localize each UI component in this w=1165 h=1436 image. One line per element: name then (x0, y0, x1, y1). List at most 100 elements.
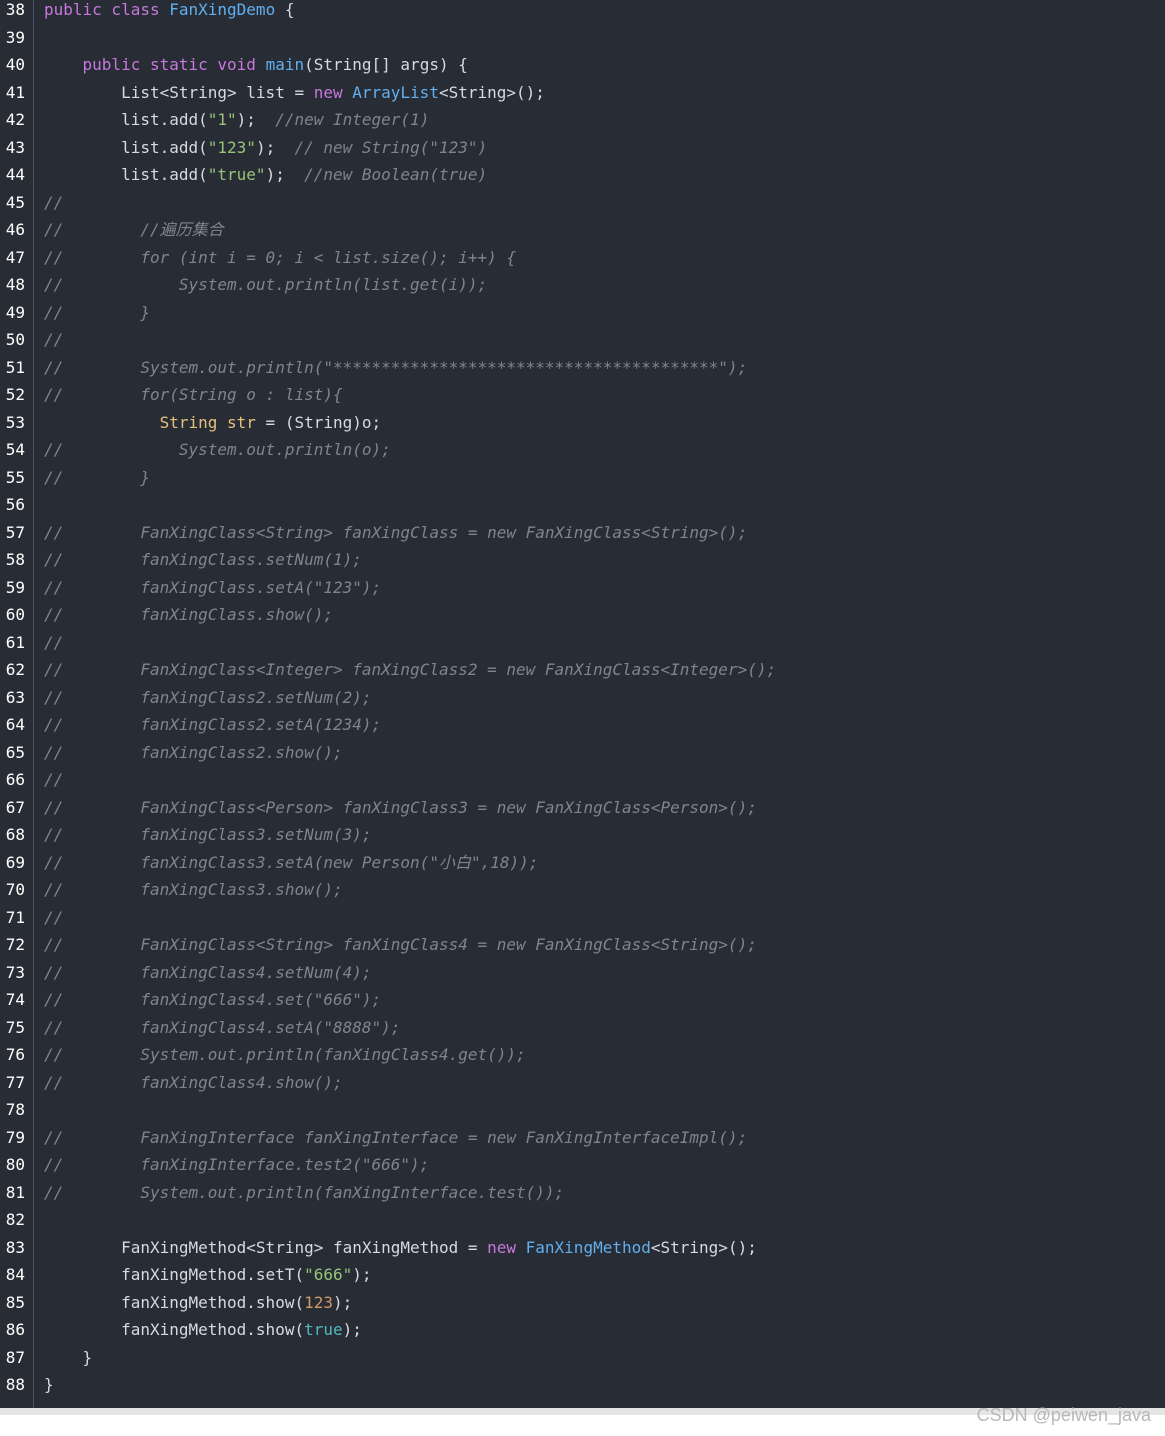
code-token: // fanXingClass4.set("666"); (44, 990, 382, 1009)
code-line[interactable]: 41 List<String> list = new ArrayList<Str… (0, 83, 1165, 111)
code-token: public class (44, 0, 170, 19)
code-token: // fanXingClass2.setA(1234); (44, 715, 382, 734)
code-token: 123 (304, 1292, 333, 1312)
code-token: // FanXingClass<String> fanXingClass = n… (44, 522, 748, 542)
code-line[interactable]: 47 // for (int i = 0; i < list.size(); i+… (0, 248, 1165, 276)
code-text: // (44, 633, 63, 653)
code-line[interactable]: 42 list.add("1"); //new Integer(1) (0, 110, 1165, 138)
code-line[interactable]: 77 // fanXingClass4.show(); (0, 1073, 1165, 1101)
line-number: 61 (5, 632, 25, 652)
line-number: 62 (5, 660, 25, 679)
code-line[interactable]: 53 String str = (String)o; (0, 413, 1165, 441)
code-token: } (44, 1347, 93, 1367)
code-line[interactable]: 84 fanXingMethod.setT("666"); (0, 1265, 1165, 1293)
code-line[interactable]: 79 // FanXingInterface fanXingInterface =… (0, 1128, 1165, 1156)
code-token: <String>(); (438, 82, 545, 102)
code-line[interactable]: 67 // FanXingClass<Person> fanXingClass3 … (0, 798, 1165, 826)
line-number: 80 (5, 1155, 25, 1174)
code-text: String str = (String)o; (44, 413, 382, 433)
code-token: public static void (82, 55, 266, 74)
code-token: FanXingDemo (169, 0, 276, 19)
line-number: 59 (5, 577, 25, 597)
code-line[interactable]: 46 // //遍历集合 (0, 220, 1165, 248)
code-line[interactable]: 83 FanXingMethod<String> fanXingMethod =… (0, 1238, 1165, 1266)
code-line[interactable]: 74 // fanXingClass4.set("666"); (0, 990, 1165, 1018)
code-line[interactable]: 40 public static void main(String[] args… (0, 55, 1165, 83)
code-line[interactable]: 44 list.add("true"); //new Boolean(true) (0, 165, 1165, 193)
code-line[interactable]: 75 // fanXingClass4.setA("8888"); (0, 1018, 1165, 1046)
code-text: // fanXingClass.setNum(1); (44, 550, 362, 570)
code-line[interactable]: 72 // FanXingClass<String> fanXingClass4 … (0, 935, 1165, 963)
code-line[interactable]: 43 list.add("123"); // new String("123") (0, 138, 1165, 166)
line-number: 84 (5, 1265, 25, 1284)
code-line[interactable]: 76 // System.out.println(fanXingClass4.ge… (0, 1045, 1165, 1073)
code-line[interactable]: 57 // FanXingClass<String> fanXingClass =… (0, 523, 1165, 551)
line-number: 71 (5, 907, 25, 927)
code-line[interactable]: 85 fanXingMethod.show(123); (0, 1293, 1165, 1321)
line-number: 60 (5, 605, 25, 624)
code-line[interactable]: 56 (0, 495, 1165, 523)
code-editor[interactable]: 38 public class FanXingDemo { 39 40 public … (0, 0, 1165, 1408)
code-line[interactable]: 50 // (0, 330, 1165, 358)
code-line[interactable]: 66 // (0, 770, 1165, 798)
code-line[interactable]: 61 // (0, 633, 1165, 661)
code-line[interactable]: 78 (0, 1100, 1165, 1128)
code-line[interactable]: 68 // fanXingClass3.setNum(3); (0, 825, 1165, 853)
code-token: //new Integer(1) (275, 110, 430, 129)
code-token: "true" (207, 165, 266, 184)
code-text: // //遍历集合 (44, 220, 224, 240)
code-token: // for (int i = 0; i < list.size(); i++)… (44, 247, 517, 267)
code-token: // fanXingClass2.show(); (44, 742, 343, 762)
code-line[interactable]: 48 // System.out.println(list.get(i)); (0, 275, 1165, 303)
code-line[interactable]: 49 // } (0, 303, 1165, 331)
line-number: 68 (5, 825, 25, 844)
line-number: 64 (5, 715, 25, 734)
code-token: // fanXingClass.setNum(1); (44, 550, 362, 569)
code-line[interactable]: 73 // fanXingClass4.setNum(4); (0, 963, 1165, 991)
code-line[interactable]: 64 // fanXingClass2.setA(1234); (0, 715, 1165, 743)
code-text: fanXingMethod.setT("666"); (44, 1265, 372, 1285)
line-number: 48 (5, 275, 25, 294)
line-number: 88 (5, 1375, 25, 1394)
code-line[interactable]: 60 // fanXingClass.show(); (0, 605, 1165, 633)
code-line[interactable]: 86 fanXingMethod.show(true); (0, 1320, 1165, 1348)
code-token: // FanXingClass<String> fanXingClass4 = … (44, 935, 757, 954)
code-line[interactable]: 65 // fanXingClass2.show(); (0, 743, 1165, 771)
code-text: public class FanXingDemo { (44, 0, 294, 20)
watermark: CSDN @peiwen_java (976, 1405, 1151, 1425)
code-line[interactable]: 54 // System.out.println(o); (0, 440, 1165, 468)
code-line[interactable]: 58 // fanXingClass.setNum(1); (0, 550, 1165, 578)
code-line[interactable]: 52 // for(String o : list){ (0, 385, 1165, 413)
code-line[interactable]: 80 // fanXingInterface.test2("666"); (0, 1155, 1165, 1183)
code-line[interactable]: 70 // fanXingClass3.show(); (0, 880, 1165, 908)
code-line[interactable]: 45 // (0, 193, 1165, 221)
code-line[interactable]: 81 // System.out.println(fanXingInterface… (0, 1183, 1165, 1211)
code-token: (String[] args) { (304, 55, 468, 74)
code-line[interactable]: 71 // (0, 908, 1165, 936)
code-line[interactable]: 51 // System.out.println("***************… (0, 358, 1165, 386)
code-token: "666" (304, 1265, 353, 1284)
line-number: 39 (5, 27, 25, 47)
code-token: ); (352, 1265, 372, 1284)
code-token: ); (236, 110, 276, 129)
code-token: // fanXingClass.setA("123"); (44, 577, 382, 597)
code-line[interactable]: 38 public class FanXingDemo { (0, 0, 1165, 28)
code-token: "1" (207, 110, 237, 129)
code-line[interactable]: 55 // } (0, 468, 1165, 496)
code-line[interactable]: 88} (0, 1375, 1165, 1403)
line-number: 81 (5, 1182, 25, 1202)
code-line[interactable]: 69 // fanXingClass3.setA(new Person("小白",… (0, 853, 1165, 881)
code-token: // fanXingClass2.setNum(2); (44, 687, 372, 707)
code-line[interactable]: 39 (0, 28, 1165, 56)
code-line[interactable]: 59 // fanXingClass.setA("123"); (0, 578, 1165, 606)
code-text: list.add("1"); //new Integer(1) (44, 110, 429, 130)
code-line[interactable]: 63 // fanXingClass2.setNum(2); (0, 688, 1165, 716)
code-line[interactable]: 82 (0, 1210, 1165, 1238)
line-number: 66 (5, 770, 25, 789)
line-number: 63 (5, 687, 25, 707)
code-line[interactable]: 87 } (0, 1348, 1165, 1376)
code-text: // fanXingClass4.show(); (44, 1073, 343, 1093)
line-number: 38 (5, 0, 25, 19)
code-line[interactable]: 62 // FanXingClass<Integer> fanXingClass2… (0, 660, 1165, 688)
